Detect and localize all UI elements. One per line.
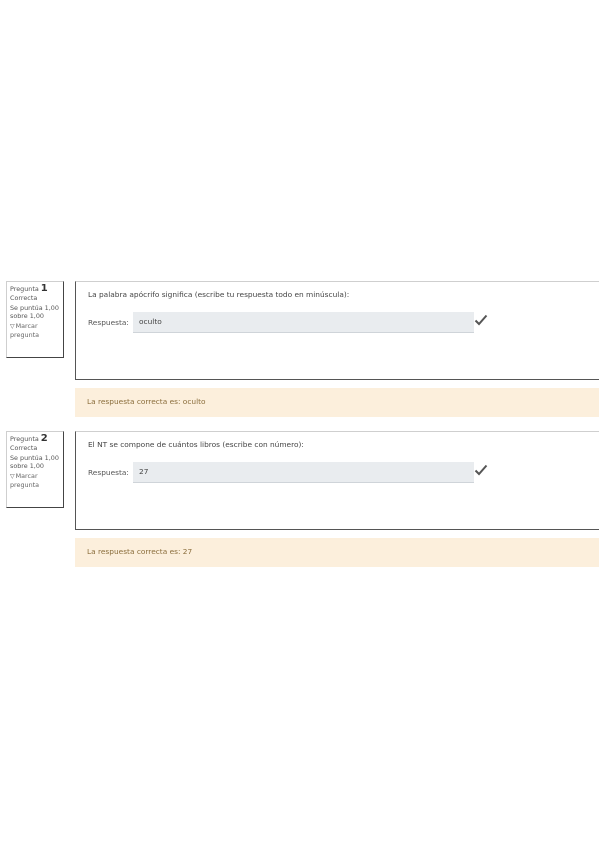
question-number: 2 (40, 433, 48, 444)
question-2-content: El NT se compone de cuántos libros (escr… (75, 431, 599, 530)
flag-question-link[interactable]: ▽Marcar pregunta (10, 322, 60, 339)
question-label: Pregunta (10, 285, 39, 293)
flag-question-link[interactable]: ▽Marcar pregunta (10, 472, 60, 489)
question-number: 1 (40, 283, 48, 294)
question-label: Pregunta (10, 435, 39, 443)
check-icon (474, 314, 488, 326)
quiz-review-page: Pregunta 1 Correcta Se puntúa 1,00 sobre… (0, 0, 599, 848)
question-1-content: La palabra apócrifo significa (escribe t… (75, 281, 599, 380)
question-1-number: Pregunta 1 (10, 283, 60, 294)
question-text: La palabra apócrifo significa (escribe t… (88, 290, 350, 299)
answer-row: Respuesta: 27 (88, 462, 474, 483)
answer-field[interactable]: oculto (133, 312, 474, 333)
question-1-feedback: La respuesta correcta es: oculto (75, 388, 599, 417)
question-text: El NT se compone de cuántos libros (escr… (88, 440, 304, 449)
answer-label: Respuesta: (88, 318, 129, 327)
question-2-info: Pregunta 2 Correcta Se puntúa 1,00 sobre… (6, 431, 64, 508)
flag-icon: ▽ (10, 473, 15, 480)
check-icon (474, 464, 488, 476)
answer-field[interactable]: 27 (133, 462, 474, 483)
question-state: Correcta (10, 444, 38, 452)
answer-row: Respuesta: oculto (88, 312, 474, 333)
flag-icon: ▽ (10, 323, 15, 330)
question-grade: Se puntúa 1,00 sobre 1,00 (10, 454, 59, 470)
question-1-info: Pregunta 1 Correcta Se puntúa 1,00 sobre… (6, 281, 64, 358)
question-grade: Se puntúa 1,00 sobre 1,00 (10, 304, 59, 320)
question-state: Correcta (10, 294, 38, 302)
question-2-number: Pregunta 2 (10, 433, 60, 444)
answer-label: Respuesta: (88, 468, 129, 477)
question-2-feedback: La respuesta correcta es: 27 (75, 538, 599, 567)
